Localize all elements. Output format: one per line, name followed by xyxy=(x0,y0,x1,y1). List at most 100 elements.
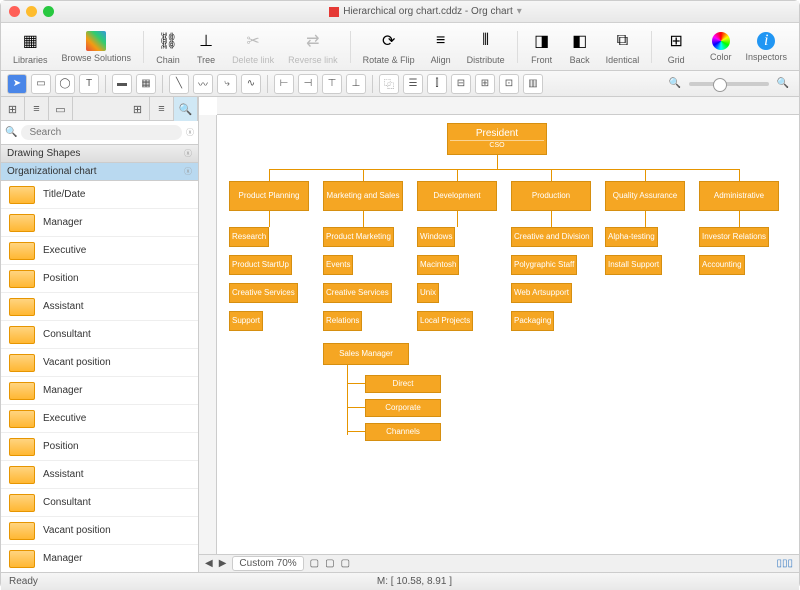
page-nav-1[interactable]: ▢ xyxy=(310,558,319,569)
layout-2[interactable]: ☰ xyxy=(403,74,423,94)
distribute-button[interactable]: ⦀Distribute xyxy=(463,29,509,65)
shape-tool[interactable]: ▭ xyxy=(31,74,51,94)
page-indicator[interactable]: ▯▯▯ xyxy=(776,558,793,569)
org-node[interactable]: Macintosh xyxy=(417,255,459,275)
zoom-out-icon[interactable]: 🔍 xyxy=(665,74,685,94)
page-nav-2[interactable]: ▢ xyxy=(325,558,334,569)
note-tool[interactable]: ▦ xyxy=(136,74,156,94)
org-node[interactable]: PresidentCSO xyxy=(447,123,547,155)
shape-item[interactable]: Manager xyxy=(1,545,198,572)
shape-item[interactable]: Vacant position xyxy=(1,517,198,545)
org-node[interactable]: Creative Services xyxy=(323,283,392,303)
org-node[interactable]: Quality Assurance xyxy=(605,181,685,211)
maximize-window[interactable] xyxy=(43,6,54,17)
org-node[interactable]: Research xyxy=(229,227,269,247)
scroll-left-icon[interactable]: ◀ xyxy=(205,558,213,569)
grid-button[interactable]: ⊞Grid xyxy=(660,29,692,65)
sidebar-tab-1[interactable]: ⊞ xyxy=(1,97,25,121)
align-button[interactable]: ≡Align xyxy=(425,29,457,65)
org-node[interactable]: Product Marketing xyxy=(323,227,394,247)
library-search-input[interactable] xyxy=(21,125,182,140)
layout-4[interactable]: ⊟ xyxy=(451,74,471,94)
drawing-canvas[interactable]: PresidentCSO Product Planning Marketing an… xyxy=(199,97,799,572)
shape-item[interactable]: Position xyxy=(1,433,198,461)
org-node[interactable]: Product StartUp xyxy=(229,255,292,275)
shape-item[interactable]: Vacant position xyxy=(1,349,198,377)
ellipse-tool[interactable]: ◯ xyxy=(55,74,75,94)
close-window[interactable] xyxy=(9,6,20,17)
scroll-right-icon[interactable]: ▶ xyxy=(219,558,227,569)
layout-6[interactable]: ⊡ xyxy=(499,74,519,94)
connector-tool[interactable]: ⤷ xyxy=(217,74,237,94)
arc-tool[interactable]: 〰 xyxy=(193,74,213,94)
org-node[interactable]: Packaging xyxy=(511,311,554,331)
clear-search-icon[interactable]: ⓧ xyxy=(186,127,194,138)
color-button[interactable]: Color xyxy=(706,32,736,62)
org-node[interactable]: Creative and Division xyxy=(511,227,593,247)
shape-item[interactable]: Manager xyxy=(1,209,198,237)
shape-item[interactable]: Manager xyxy=(1,377,198,405)
org-node[interactable]: Web Artsupport xyxy=(511,283,572,303)
close-cat-icon[interactable]: ⓧ xyxy=(184,166,192,177)
smart-connector-4[interactable]: ⊥ xyxy=(346,74,366,94)
org-node[interactable]: Install Support xyxy=(605,255,662,275)
org-node[interactable]: Corporate xyxy=(365,399,441,417)
shape-item[interactable]: Consultant xyxy=(1,489,198,517)
minimize-window[interactable] xyxy=(26,6,37,17)
org-node[interactable]: Events xyxy=(323,255,353,275)
shape-item[interactable]: Consultant xyxy=(1,321,198,349)
front-button[interactable]: ◨Front xyxy=(526,29,558,65)
tree-button[interactable]: ⊥Tree xyxy=(190,29,222,65)
category-drawing-shapes[interactable]: Drawing Shapesⓧ xyxy=(1,145,198,163)
org-node[interactable]: Creative Services xyxy=(229,283,298,303)
shape-item[interactable]: Assistant xyxy=(1,293,198,321)
sidebar-tab-list[interactable]: ≡ xyxy=(150,97,174,121)
sidebar-tab-grid[interactable]: ⊞ xyxy=(126,97,150,121)
org-node[interactable]: Local Projects xyxy=(417,311,473,331)
delete-link-button[interactable]: ✂Delete link xyxy=(228,29,278,65)
org-node[interactable]: Polygraphic Staff xyxy=(511,255,577,275)
identical-button[interactable]: ⧉Identical xyxy=(602,29,644,65)
pointer-tool[interactable]: ➤ xyxy=(7,74,27,94)
back-button[interactable]: ◧Back xyxy=(564,29,596,65)
rotate-flip-button[interactable]: ⟳Rotate & Flip xyxy=(359,29,419,65)
org-node[interactable]: Relations xyxy=(323,311,362,331)
shape-item[interactable]: Executive xyxy=(1,237,198,265)
page-nav-3[interactable]: ▢ xyxy=(341,558,350,569)
line-tool[interactable]: ╲ xyxy=(169,74,189,94)
inspectors-button[interactable]: iInspectors xyxy=(741,32,791,62)
org-node[interactable]: Sales Manager xyxy=(323,343,409,365)
highlight-tool[interactable]: ▬ xyxy=(112,74,132,94)
shape-item[interactable]: Title/Date xyxy=(1,181,198,209)
libraries-button[interactable]: ▦Libraries xyxy=(9,29,52,65)
reverse-link-button[interactable]: ⇄Reverse link xyxy=(284,29,342,65)
org-node[interactable]: Support xyxy=(229,311,263,331)
category-org-chart[interactable]: Organizational chartⓧ xyxy=(1,163,198,181)
org-node[interactable]: Unix xyxy=(417,283,439,303)
zoom-selector[interactable]: Custom 70% xyxy=(232,556,303,571)
layout-1[interactable]: ⿻ xyxy=(379,74,399,94)
layout-7[interactable]: ▥ xyxy=(523,74,543,94)
org-node[interactable]: Windows xyxy=(417,227,455,247)
org-node[interactable]: Channels xyxy=(365,423,441,441)
org-node[interactable]: Investor Relations xyxy=(699,227,769,247)
spline-tool[interactable]: ∿ xyxy=(241,74,261,94)
browse-solutions-button[interactable]: Browse Solutions xyxy=(58,31,136,63)
org-node[interactable]: Production xyxy=(511,181,591,211)
zoom-in-icon[interactable]: 🔍 xyxy=(773,74,793,94)
org-node[interactable]: Development xyxy=(417,181,497,211)
sidebar-tab-search[interactable]: 🔍 xyxy=(174,97,198,121)
layout-5[interactable]: ⊞ xyxy=(475,74,495,94)
smart-connector-1[interactable]: ⊢ xyxy=(274,74,294,94)
layout-3[interactable]: ⫿ xyxy=(427,74,447,94)
smart-connector-3[interactable]: ⊤ xyxy=(322,74,342,94)
org-node[interactable]: Marketing and Sales xyxy=(323,181,403,211)
sidebar-tab-3[interactable]: ▭ xyxy=(49,97,73,121)
org-node[interactable]: Product Planning xyxy=(229,181,309,211)
zoom-slider[interactable] xyxy=(689,82,769,86)
chain-button[interactable]: ⛓Chain xyxy=(152,29,184,65)
org-node[interactable]: Administrative xyxy=(699,181,779,211)
close-cat-icon[interactable]: ⓧ xyxy=(184,148,192,159)
shape-item[interactable]: Position xyxy=(1,265,198,293)
org-node[interactable]: Alpha-testing xyxy=(605,227,658,247)
